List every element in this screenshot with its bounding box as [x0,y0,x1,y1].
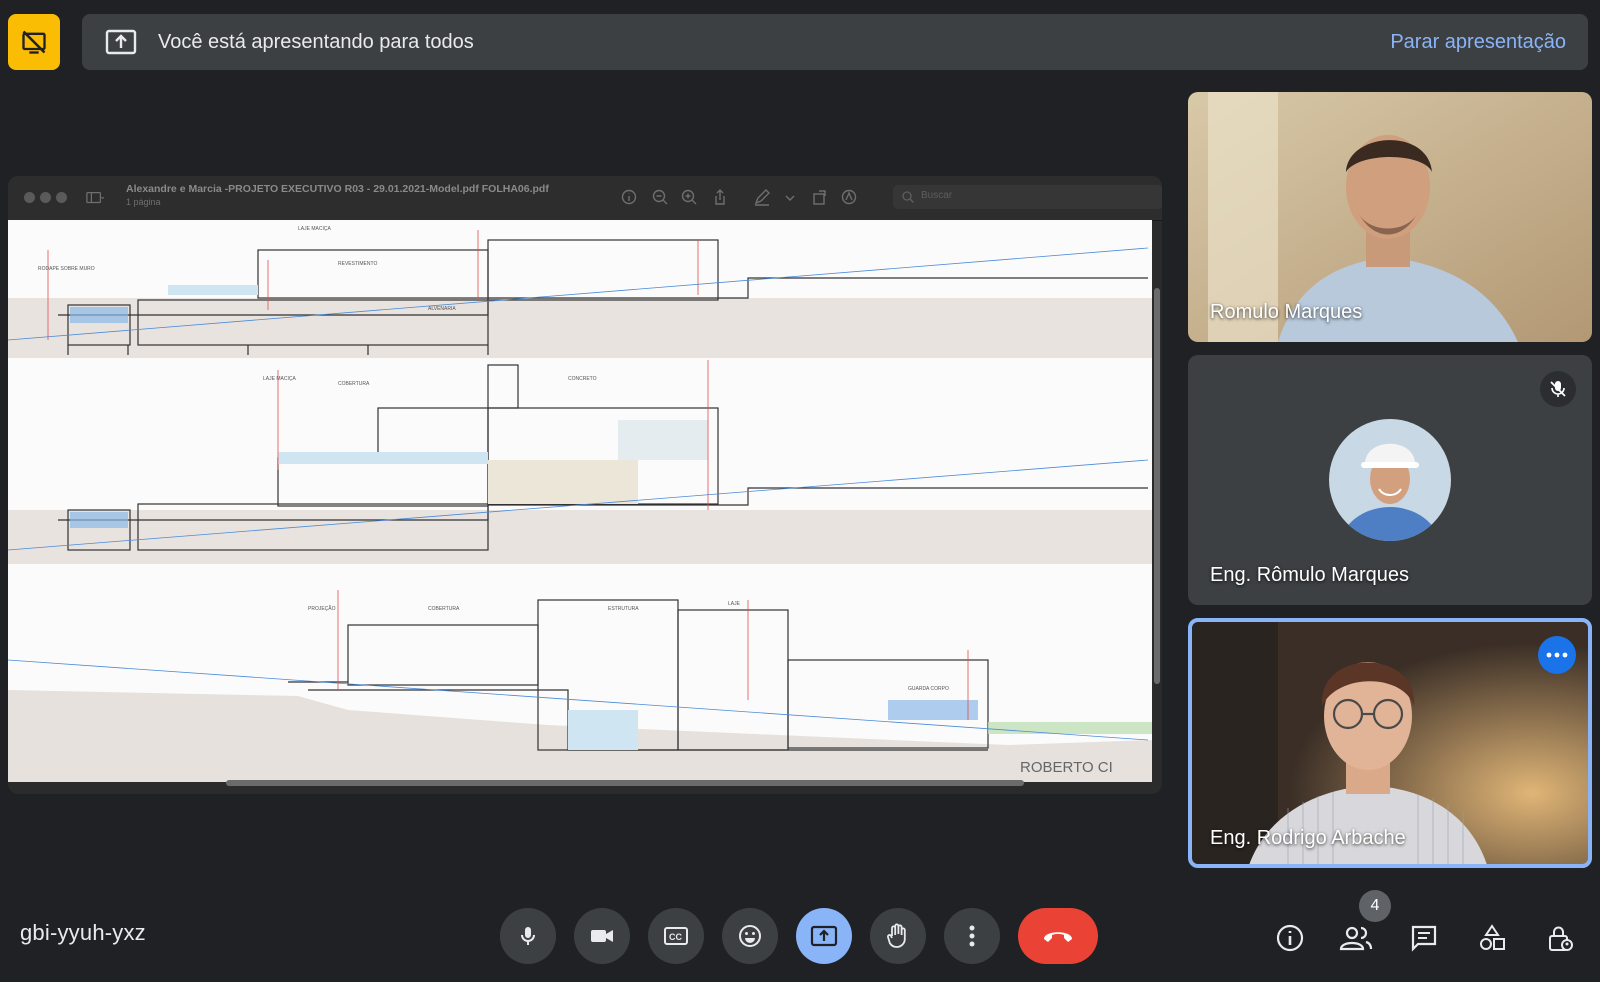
info-icon [1276,924,1304,952]
participant-tile-romulo[interactable]: Romulo Marques [1188,92,1592,342]
zoom-out-icon[interactable] [651,188,669,206]
emoji-button[interactable] [722,908,778,964]
svg-text:RODAPE SOBRE MURO: RODAPE SOBRE MURO [38,266,95,272]
people-icon [1339,926,1373,951]
captions-button[interactable]: CC [648,908,704,964]
stop-presenting-button[interactable]: Parar apresentação [1390,31,1566,54]
activities-icon [1480,924,1505,950]
participant-name: Romulo Marques [1210,301,1363,323]
present-to-all-icon [104,25,138,59]
participant-name: Eng. Rodrigo Arbache [1210,827,1406,849]
architectural-drawing: RODAPE SOBRE MURO LAJE MACIÇA REVESTIMEN… [8,220,1152,782]
more-options-icon[interactable] [1538,636,1576,674]
participant-name: Eng. Rômulo Marques [1210,564,1409,586]
present-off-icon [22,30,46,54]
pdf-filename: Alexandre e Marcia -PROJETO EXECUTIVO R0… [126,183,549,195]
svg-text:LAJE: LAJE [728,601,741,607]
more-options-button[interactable] [944,908,1000,964]
zoom-window-dot[interactable] [56,192,67,203]
markup-pen-icon[interactable] [753,188,771,206]
captions-icon: CC [664,927,688,945]
microphone-button[interactable] [500,908,556,964]
chevron-down-icon[interactable] [784,188,796,206]
host-controls-button[interactable] [1540,918,1580,958]
present-button[interactable] [796,908,852,964]
pdf-viewer-toolbar: Alexandre e Marcia -PROJETO EXECUTIVO R0… [8,176,1162,221]
sheet-label: ROBERTO CI [1020,759,1113,776]
raise-hand-button[interactable] [870,908,926,964]
present-icon [810,925,838,947]
search-placeholder: Buscar [921,190,953,201]
elevation-drawings: RODAPE SOBRE MURO LAJE MACIÇA REVESTIMEN… [8,226,1152,782]
more-options-icon [969,925,975,947]
raise-hand-icon [887,923,906,948]
svg-text:REVESTIMENTO: REVESTIMENTO [338,261,377,267]
vertical-scrollbar[interactable] [1154,288,1160,684]
avatar [1329,419,1451,541]
chat-icon [1411,925,1437,952]
svg-text:ESTRUTURA: ESTRUTURA [608,606,639,612]
pdf-page-count: 1 página [126,197,161,207]
presentation-banner: Você está apresentando para todos Parar … [82,14,1588,70]
info-icon[interactable] [620,188,638,206]
svg-text:CC: CC [669,932,682,942]
hang-up-icon [1044,932,1072,942]
svg-text:COBERTURA: COBERTURA [428,606,460,612]
annotate-icon[interactable] [840,188,858,206]
activities-button[interactable] [1472,918,1512,958]
search-icon [902,191,914,203]
people-button[interactable] [1336,918,1376,958]
sidebar-icon[interactable] [86,189,104,207]
camera-button[interactable] [574,908,630,964]
camera-icon [591,930,613,942]
horizontal-scrollbar[interactable] [226,780,1024,786]
presenting-message: Você está apresentando para todos [158,30,474,53]
svg-text:COBERTURA: COBERTURA [338,381,370,387]
chat-button[interactable] [1404,918,1444,958]
meeting-code: gbi-yyuh-yxz [20,920,146,945]
meeting-info-button[interactable] [1270,918,1310,958]
close-window-dot[interactable] [24,192,35,203]
host-controls-icon [1549,926,1573,951]
rotate-icon[interactable] [811,188,829,206]
svg-text:LAJE MACIÇA: LAJE MACIÇA [263,376,296,382]
presenting-indicator [8,14,60,70]
svg-text:PROJEÇÃO: PROJEÇÃO [308,605,336,612]
zoom-in-icon[interactable] [680,188,698,206]
leave-call-button[interactable] [1018,908,1098,964]
pdf-search-field[interactable]: Buscar [893,185,1162,209]
minimize-window-dot[interactable] [40,192,51,203]
share-icon[interactable] [711,188,729,206]
muted-microphone-icon [1540,371,1576,407]
svg-text:ALVENARIA: ALVENARIA [428,306,456,312]
svg-text:CONCRETO: CONCRETO [568,376,597,382]
emoji-icon [739,925,761,947]
participant-tile-rodrigo[interactable]: Eng. Rodrigo Arbache [1188,618,1592,868]
participant-tile-eng-romulo[interactable]: Eng. Rômulo Marques [1188,355,1592,605]
microphone-icon [521,927,535,945]
svg-text:LAJE MACIÇA: LAJE MACIÇA [298,226,331,232]
shared-screen: Alexandre e Marcia -PROJETO EXECUTIVO R0… [8,176,1162,794]
svg-text:GUARDA CORPO: GUARDA CORPO [908,686,949,692]
